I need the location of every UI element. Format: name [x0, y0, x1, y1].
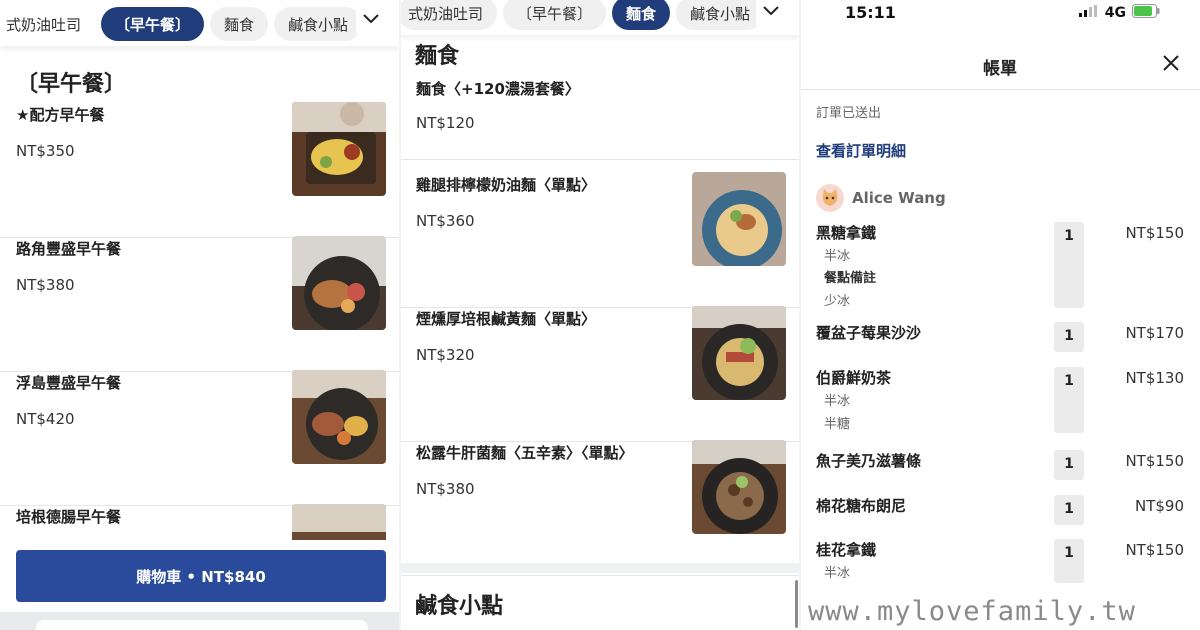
battery-icon	[1132, 4, 1160, 22]
line-option: 半冰	[824, 394, 851, 409]
menu-panel-noodles: 式奶油吐司 〔早午餐〕 麵食 鹹食小點 麵食 麵食〈+120濃湯套餐〉 NT$1…	[400, 0, 800, 630]
line-price: NT$90	[1134, 497, 1184, 515]
chip-butter-toast[interactable]: 式奶油吐司	[4, 7, 96, 41]
signal-icon	[1078, 5, 1099, 21]
chip-snacks[interactable]: 鹹食小點	[676, 0, 765, 30]
line-qty: 1	[1054, 322, 1084, 352]
chevron-down-icon[interactable]	[756, 0, 786, 26]
line-price: NT$150	[1125, 541, 1184, 559]
menu-item[interactable]: 路角豐盛早午餐 NT$380	[0, 236, 400, 372]
food-photo	[292, 370, 386, 464]
menu-item[interactable]: 麵食〈+120濃湯套餐〉 NT$120	[400, 78, 800, 160]
status-bar: 15:11 4G	[800, 0, 1200, 28]
line-option: 少冰	[824, 294, 851, 309]
bill-header: 帳單	[800, 40, 1200, 90]
line-note-label: 餐點備註	[824, 271, 877, 286]
item-price: NT$380	[416, 480, 475, 498]
chip-noodles[interactable]: 麵食	[612, 0, 671, 30]
section-title: 麵食	[415, 44, 460, 69]
chip-noodles[interactable]: 麵食	[210, 7, 269, 41]
menu-item[interactable]: 雞腿排檸檬奶油麵〈單點〉 NT$360	[400, 172, 800, 308]
order-status: 訂單已送出	[816, 106, 882, 121]
food-photo	[292, 102, 386, 196]
food-photo	[692, 172, 786, 266]
menu-item[interactable]: ★配方早午餐 NT$350	[0, 102, 400, 238]
item-price: NT$380	[16, 276, 75, 294]
line-name: 桂花拿鐵	[816, 541, 877, 559]
watermark: www.mylovefamily.tw	[808, 596, 1136, 627]
bill-panel: 15:11 4G 帳單 訂單已送出 查看訂單明細 Alice Wang 黑糖拿鐵…	[800, 0, 1200, 630]
menu-panel-brunch: 式奶油吐司 〔早午餐〕 麵食 鹹食小點 〔早午餐〕 ★配方早午餐 NT$350 …	[0, 0, 400, 630]
section-title: 鹹食小點	[415, 594, 504, 619]
food-photo	[292, 236, 386, 330]
section-title: 〔早午餐〕	[16, 72, 127, 97]
item-price: NT$120	[416, 114, 475, 132]
line-option: 半冰	[824, 249, 851, 264]
line-option: 半糖	[824, 417, 851, 432]
section-separator	[400, 563, 800, 573]
line-qty: 1	[1054, 222, 1084, 308]
line-qty: 1	[1054, 450, 1084, 480]
item-name: 松露牛肝菌麵〈五辛素〉〈單點〉	[416, 444, 634, 462]
chip-snacks[interactable]: 鹹食小點	[274, 7, 363, 41]
line-qty: 1	[1054, 539, 1084, 583]
item-name: 路角豐盛早午餐	[16, 240, 122, 258]
category-chips: 式奶油吐司 〔早午餐〕 麵食 鹹食小點	[400, 0, 800, 35]
line-option: 半冰	[824, 566, 851, 581]
line-name: 伯爵鮮奶茶	[816, 369, 892, 387]
item-name: ★配方早午餐	[16, 106, 105, 124]
close-icon[interactable]	[1158, 50, 1184, 76]
line-qty: 1	[1054, 367, 1084, 433]
menu-item[interactable]: 煙燻厚培根鹹黃麵〈單點〉 NT$320	[400, 306, 800, 442]
item-price: NT$320	[416, 346, 475, 364]
line-price: NT$170	[1125, 324, 1184, 342]
user-row: Alice Wang	[816, 184, 946, 212]
chip-brunch[interactable]: 〔早午餐〕	[503, 0, 607, 30]
scrollbar[interactable]	[795, 580, 798, 628]
view-order-details-link[interactable]: 查看訂單明細	[816, 140, 906, 161]
chevron-down-icon[interactable]	[356, 4, 386, 34]
line-name: 棉花糖布朗尼	[816, 497, 907, 515]
item-price: NT$360	[416, 212, 475, 230]
menu-item[interactable]: 松露牛肝菌麵〈五辛素〉〈單點〉 NT$380	[400, 440, 800, 576]
item-name: 麵食〈+120濃湯套餐〉	[416, 80, 580, 98]
item-name: 培根德腸早午餐	[16, 508, 122, 526]
line-price: NT$150	[1125, 224, 1184, 242]
bill-title: 帳單	[983, 59, 1017, 79]
item-name: 煙燻厚培根鹹黃麵〈單點〉	[416, 310, 597, 328]
food-photo	[692, 440, 786, 534]
panel-divider	[799, 0, 801, 630]
status-indicators: 4G	[1078, 4, 1160, 22]
line-name: 魚子美乃滋薯條	[816, 452, 922, 470]
line-name: 黑糖拿鐵	[816, 224, 877, 242]
item-name: 浮島豐盛早午餐	[16, 374, 122, 392]
status-time: 15:11	[845, 3, 896, 22]
menu-item[interactable]: 浮島豐盛早午餐 NT$420	[0, 370, 400, 506]
category-chips: 式奶油吐司 〔早午餐〕 麵食 鹹食小點	[0, 2, 400, 46]
item-price: NT$350	[16, 142, 75, 160]
user-name: Alice Wang	[852, 189, 946, 207]
cat-avatar-icon	[816, 184, 844, 212]
chip-brunch[interactable]: 〔早午餐〕	[101, 7, 205, 41]
food-photo	[692, 306, 786, 400]
line-qty: 1	[1054, 495, 1084, 525]
bottom-sheet-edge	[36, 620, 368, 630]
cart-button[interactable]: 購物車 • NT$840	[16, 550, 386, 602]
network-label: 4G	[1104, 5, 1126, 21]
item-name: 雞腿排檸檬奶油麵〈單點〉	[416, 176, 597, 194]
line-price: NT$130	[1125, 369, 1184, 387]
chip-butter-toast[interactable]: 式奶油吐司	[400, 0, 498, 30]
line-name: 覆盆子莓果沙沙	[816, 324, 922, 342]
panel-divider	[399, 0, 401, 630]
item-price: NT$420	[16, 410, 75, 428]
line-price: NT$150	[1125, 452, 1184, 470]
